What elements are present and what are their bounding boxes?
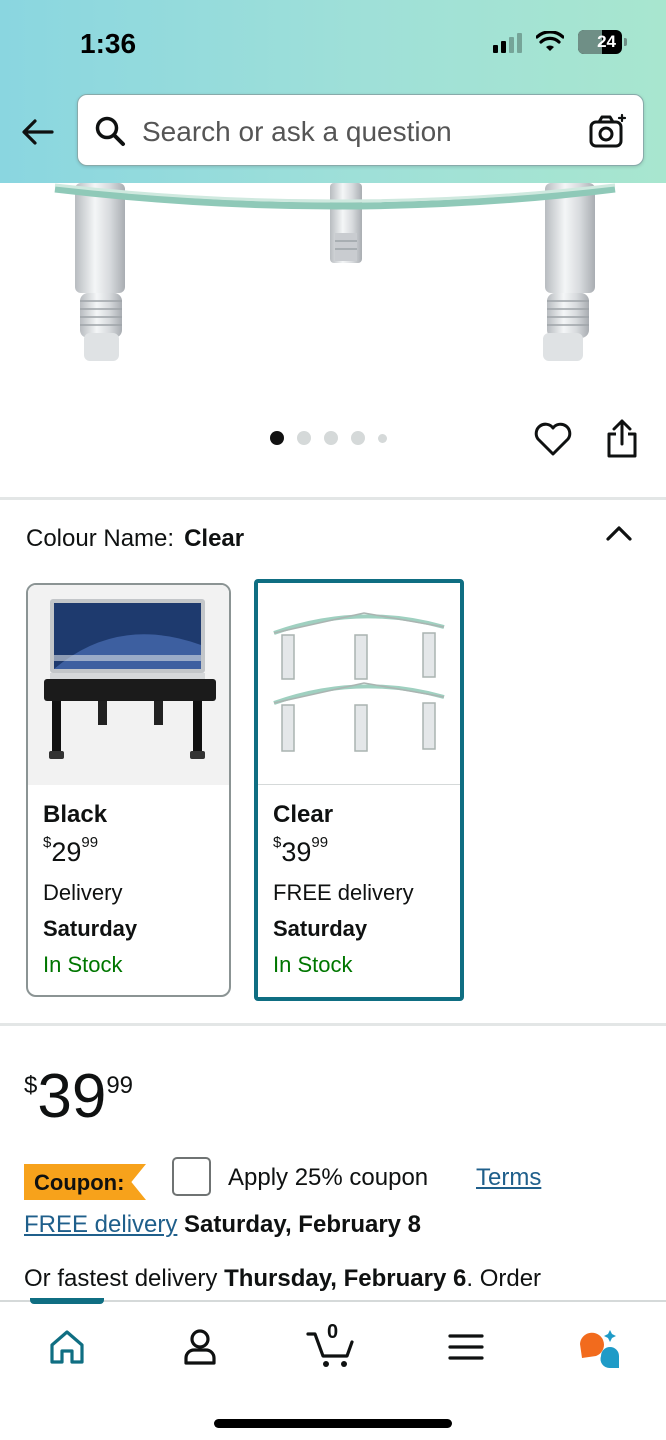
search-icon <box>95 116 125 146</box>
fastest-delivery-info: Or fastest delivery Thursday, February 6… <box>24 1265 541 1293</box>
share-icon[interactable] <box>603 418 641 460</box>
divider <box>0 497 666 500</box>
coupon-badge: Coupon: <box>24 1164 146 1200</box>
delivery-info: FREE delivery Saturday, February 8 <box>24 1211 421 1239</box>
fastest-date: Thursday, February 6 <box>224 1265 467 1292</box>
variant-clear[interactable]: Clear $3999 FREE delivery Saturday In St… <box>254 579 464 1001</box>
cellular-signal-icon <box>493 31 522 53</box>
search-placeholder: Search or ask a question <box>142 116 452 147</box>
carousel-dot[interactable] <box>378 433 387 443</box>
carousel-dot[interactable] <box>351 431 365 445</box>
coupon-terms-link[interactable]: Terms <box>476 1164 541 1192</box>
glass-stand-image <box>54 183 616 361</box>
carousel-dot[interactable] <box>297 431 311 445</box>
cart-count: 0 <box>327 1321 339 1343</box>
home-icon[interactable] <box>44 1324 90 1370</box>
back-arrow-icon[interactable] <box>18 112 58 152</box>
colour-name-label: Colour Name: Clear <box>26 525 244 553</box>
nav-active-indicator <box>30 1298 104 1304</box>
status-icons: 24 <box>493 30 627 54</box>
variant-price: $2999 <box>43 834 214 868</box>
rufus-assistant-icon[interactable] <box>574 1324 620 1370</box>
variant-black-image <box>28 585 229 785</box>
account-icon[interactable] <box>177 1324 223 1370</box>
variant-delivery-day: Saturday <box>273 916 368 941</box>
colour-selected-value: Clear <box>184 525 245 552</box>
heart-icon[interactable] <box>533 420 573 458</box>
variant-price: $3999 <box>273 834 445 868</box>
variant-price-fraction: 99 <box>81 834 99 851</box>
bottom-nav: 0 <box>0 1298 666 1440</box>
variant-price-whole: 29 <box>51 837 82 867</box>
variant-price-symbol: $ <box>43 834 52 851</box>
variant-name: Clear <box>273 801 334 828</box>
chevron-up-icon[interactable] <box>604 520 634 546</box>
coupon-text[interactable]: Apply 25% coupon <box>228 1164 428 1192</box>
product-image[interactable] <box>0 183 666 393</box>
price-symbol: $ <box>24 1072 38 1099</box>
camera-search-icon[interactable] <box>589 113 627 149</box>
fastest-prefix: Or fastest delivery <box>24 1265 225 1292</box>
variant-delivery: Delivery <box>43 880 123 905</box>
status-time: 1:36 <box>80 28 137 59</box>
carousel-dot[interactable] <box>324 431 338 445</box>
variant-name: Black <box>43 801 108 828</box>
search-input[interactable]: Search or ask a question <box>77 94 644 166</box>
variant-delivery-day: Saturday <box>43 916 138 941</box>
variant-stock: In Stock <box>273 952 353 977</box>
cart-button[interactable]: 0 <box>306 1321 358 1370</box>
variant-black[interactable]: Black $2999 Delivery Saturday In Stock <box>26 583 231 997</box>
carousel-dots[interactable] <box>270 431 387 445</box>
coupon-checkbox[interactable] <box>172 1157 211 1196</box>
colour-label-text: Colour Name: <box>26 525 175 552</box>
variant-delivery: FREE delivery <box>273 880 414 905</box>
delivery-date: Saturday, February 8 <box>184 1211 422 1238</box>
variant-price-symbol: $ <box>273 834 282 851</box>
fastest-suffix: . Order <box>466 1265 542 1292</box>
divider <box>0 1023 666 1026</box>
variant-stock: In Stock <box>43 952 123 977</box>
price-whole: 39 <box>37 1062 107 1131</box>
variant-price-whole: 39 <box>281 837 312 867</box>
home-indicator <box>214 1419 452 1428</box>
wifi-icon <box>536 31 564 51</box>
variant-price-fraction: 99 <box>311 834 329 851</box>
price-fraction: 99 <box>106 1072 134 1099</box>
product-price: $ 39 99 <box>24 1066 133 1128</box>
carousel-dot[interactable] <box>270 431 284 445</box>
free-delivery-link[interactable]: FREE delivery <box>24 1211 177 1238</box>
header: 1:36 24 Search or ask a question <box>0 0 666 183</box>
variant-clear-image <box>258 583 460 785</box>
battery-icon: 24 <box>578 30 627 54</box>
menu-icon[interactable] <box>443 1324 489 1370</box>
